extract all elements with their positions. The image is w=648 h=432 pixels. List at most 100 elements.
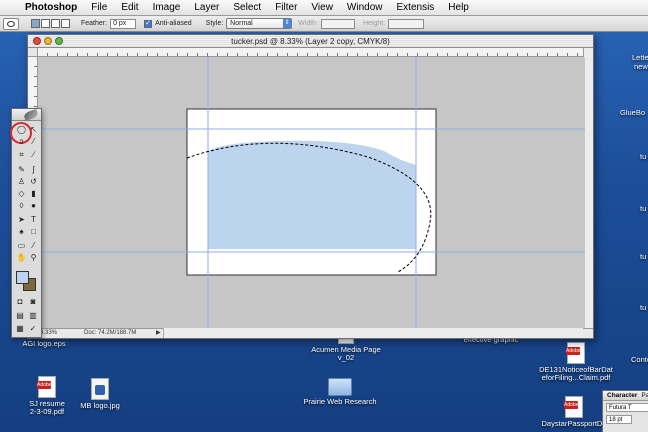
desktop-edge-label[interactable]: news — [634, 62, 648, 71]
quick-mask-mode-icon[interactable]: ◙ — [28, 297, 38, 307]
menu-extensis[interactable]: Extensis — [390, 2, 442, 13]
options-bar: Feather: 0 px ✓ Anti-aliased Style: Norm… — [0, 16, 648, 32]
desktop-edge-label[interactable]: tu — [640, 303, 646, 312]
screen-mode-black-icon[interactable]: ▦ — [15, 324, 25, 334]
menu-select[interactable]: Select — [226, 2, 268, 13]
desktop-icon-sj-resume[interactable]: Adobe SJ resume 2-3-09.pdf — [18, 376, 76, 416]
blur-tool-icon[interactable]: ◊ — [16, 201, 27, 211]
screen-mode-full-icon[interactable]: ▥ — [28, 311, 38, 321]
canvas-artwork — [38, 57, 585, 329]
document-title: tucker.psd @ 8.33% (Layer 2 copy, CMYK/8… — [231, 37, 390, 46]
font-family-field[interactable]: Futura T — [606, 403, 648, 412]
add-to-selection-button[interactable] — [41, 19, 50, 28]
character-palette: Character Pa Futura T 18 pt — [602, 390, 648, 432]
hand-tool-icon[interactable]: ✋ — [16, 253, 27, 263]
zoom-button[interactable] — [55, 37, 63, 45]
image-file-icon — [91, 378, 109, 400]
subtract-selection-button[interactable] — [51, 19, 60, 28]
window-controls — [33, 37, 66, 45]
minimize-button[interactable] — [44, 37, 52, 45]
desktop-edge-label[interactable]: Lette — [632, 53, 648, 62]
document-title-bar[interactable]: tucker.psd @ 8.33% (Layer 2 copy, CMYK/8… — [28, 35, 593, 48]
eyedropper-tool-icon[interactable]: ⁄ — [28, 241, 39, 251]
status-menu-arrow-icon[interactable]: ▶ — [156, 329, 161, 338]
jump-to-imageready-icon[interactable]: ✓ — [28, 324, 38, 334]
history-brush-icon[interactable]: ↺ — [28, 177, 39, 187]
antialiased-checkbox[interactable]: ✓ — [144, 19, 153, 28]
desktop-icon-mb-logo[interactable]: MB logo.jpg — [74, 378, 126, 410]
file-name: AGI logo.eps — [22, 339, 66, 348]
standard-mode-icon[interactable]: ◘ — [15, 297, 25, 307]
desktop-edge-label[interactable]: Conte — [631, 355, 648, 364]
folder-icon — [328, 378, 352, 396]
desktop-icon-daystar[interactable]: Adobe DaystarPassportDir — [538, 396, 610, 428]
desktop-icon-prairie-folder[interactable]: Prairie Web Research — [300, 378, 380, 406]
horizontal-ruler[interactable] — [38, 48, 585, 57]
pdf-icon: Adobe — [566, 342, 585, 364]
style-select-value: Normal — [230, 20, 253, 27]
menu-edit[interactable]: Edit — [114, 2, 145, 13]
zoom-level[interactable]: 8.33% — [40, 329, 57, 338]
notes-tool-icon[interactable]: ▭ — [16, 241, 27, 251]
desktop-edge-label[interactable]: tu — [640, 152, 646, 161]
menu-help[interactable]: Help — [441, 2, 476, 13]
dodge-tool-icon[interactable]: ● — [28, 201, 39, 211]
new-selection-button[interactable] — [31, 19, 40, 28]
file-name: MB logo.jpg — [80, 401, 120, 410]
rectangle-tool-icon[interactable]: □ — [28, 227, 39, 237]
menu-image[interactable]: Image — [146, 2, 188, 13]
chevron-updown-icon: ⇕ — [283, 19, 292, 28]
image-canvas[interactable] — [38, 57, 585, 329]
ruler-origin[interactable] — [28, 48, 38, 57]
tab-character[interactable]: Character — [607, 392, 637, 399]
document-window: tucker.psd @ 8.33% (Layer 2 copy, CMYK/8… — [27, 34, 594, 339]
document-size[interactable]: Doc: 74.2M/188.7M — [84, 329, 136, 338]
elliptical-marquee-tool-icon[interactable]: ◯ — [16, 125, 27, 135]
menu-file[interactable]: File — [84, 2, 114, 13]
eraser-tool-icon[interactable]: ◇ — [16, 189, 27, 199]
character-palette-tabs: Character Pa — [603, 391, 648, 401]
foreground-color-swatch[interactable] — [16, 271, 29, 284]
menu-view[interactable]: View — [304, 2, 340, 13]
crop-tool-icon[interactable]: ⌗ — [16, 150, 27, 160]
desktop-icon-agi-logo[interactable]: AGI logo.eps — [12, 340, 76, 348]
menu-filter[interactable]: Filter — [268, 2, 304, 13]
width-input[interactable] — [321, 18, 356, 29]
horizontal-scrollbar[interactable] — [163, 328, 583, 338]
gradient-tool-icon[interactable]: ▮ — [28, 189, 39, 199]
move-tool-icon[interactable]: ↖ — [28, 125, 39, 135]
close-button[interactable] — [33, 37, 41, 45]
menu-window[interactable]: Window — [340, 2, 390, 13]
desktop-edge-label[interactable]: tu — [640, 204, 646, 213]
tool-preset-picker[interactable] — [3, 17, 19, 30]
style-select[interactable]: Normal ⇕ — [226, 18, 293, 29]
type-tool-icon[interactable]: T — [28, 215, 39, 225]
healing-brush-icon[interactable]: ✎ — [16, 165, 27, 175]
screen-mode-standard-icon[interactable]: ▤ — [15, 311, 25, 321]
brush-tool-icon[interactable]: ∫ — [28, 165, 39, 175]
font-size-field[interactable]: 18 pt — [606, 415, 632, 424]
intersect-selection-button[interactable] — [61, 19, 70, 28]
tab-paragraph[interactable]: Pa — [641, 392, 648, 399]
file-name-line2: 2-3-09.pdf — [29, 407, 65, 416]
menu-app[interactable]: Photoshop — [22, 2, 84, 13]
feather-label: Feather: — [81, 20, 108, 27]
desktop-edge-label[interactable]: GlueBo — [620, 108, 645, 117]
slice-tool-icon[interactable]: ∕ — [28, 150, 39, 160]
lasso-tool-icon[interactable]: ↄ — [16, 137, 27, 147]
height-input[interactable] — [388, 18, 425, 29]
file-name-line2: v_02 — [337, 353, 355, 362]
folder-name: Prairie Web Research — [303, 397, 377, 406]
path-selection-icon[interactable]: ➤ — [16, 215, 27, 225]
pen-tool-icon[interactable]: ♠ — [16, 227, 27, 237]
clone-stamp-icon[interactable]: ♙ — [16, 177, 27, 187]
menu-layer[interactable]: Layer — [187, 2, 226, 13]
selection-mode-buttons — [31, 19, 71, 28]
feather-input[interactable]: 0 px — [110, 18, 137, 29]
zoom-tool-icon[interactable]: ⚲ — [28, 253, 39, 263]
desktop-icon-de131[interactable]: Adobe DE131NoticeofBarDat eforFiling...C… — [534, 342, 618, 382]
magic-wand-tool-icon[interactable]: ⁄ — [28, 137, 39, 147]
file-name: DaystarPassportDir — [541, 419, 607, 428]
style-label: Style: — [205, 20, 224, 27]
desktop-edge-label[interactable]: tu — [640, 252, 646, 261]
